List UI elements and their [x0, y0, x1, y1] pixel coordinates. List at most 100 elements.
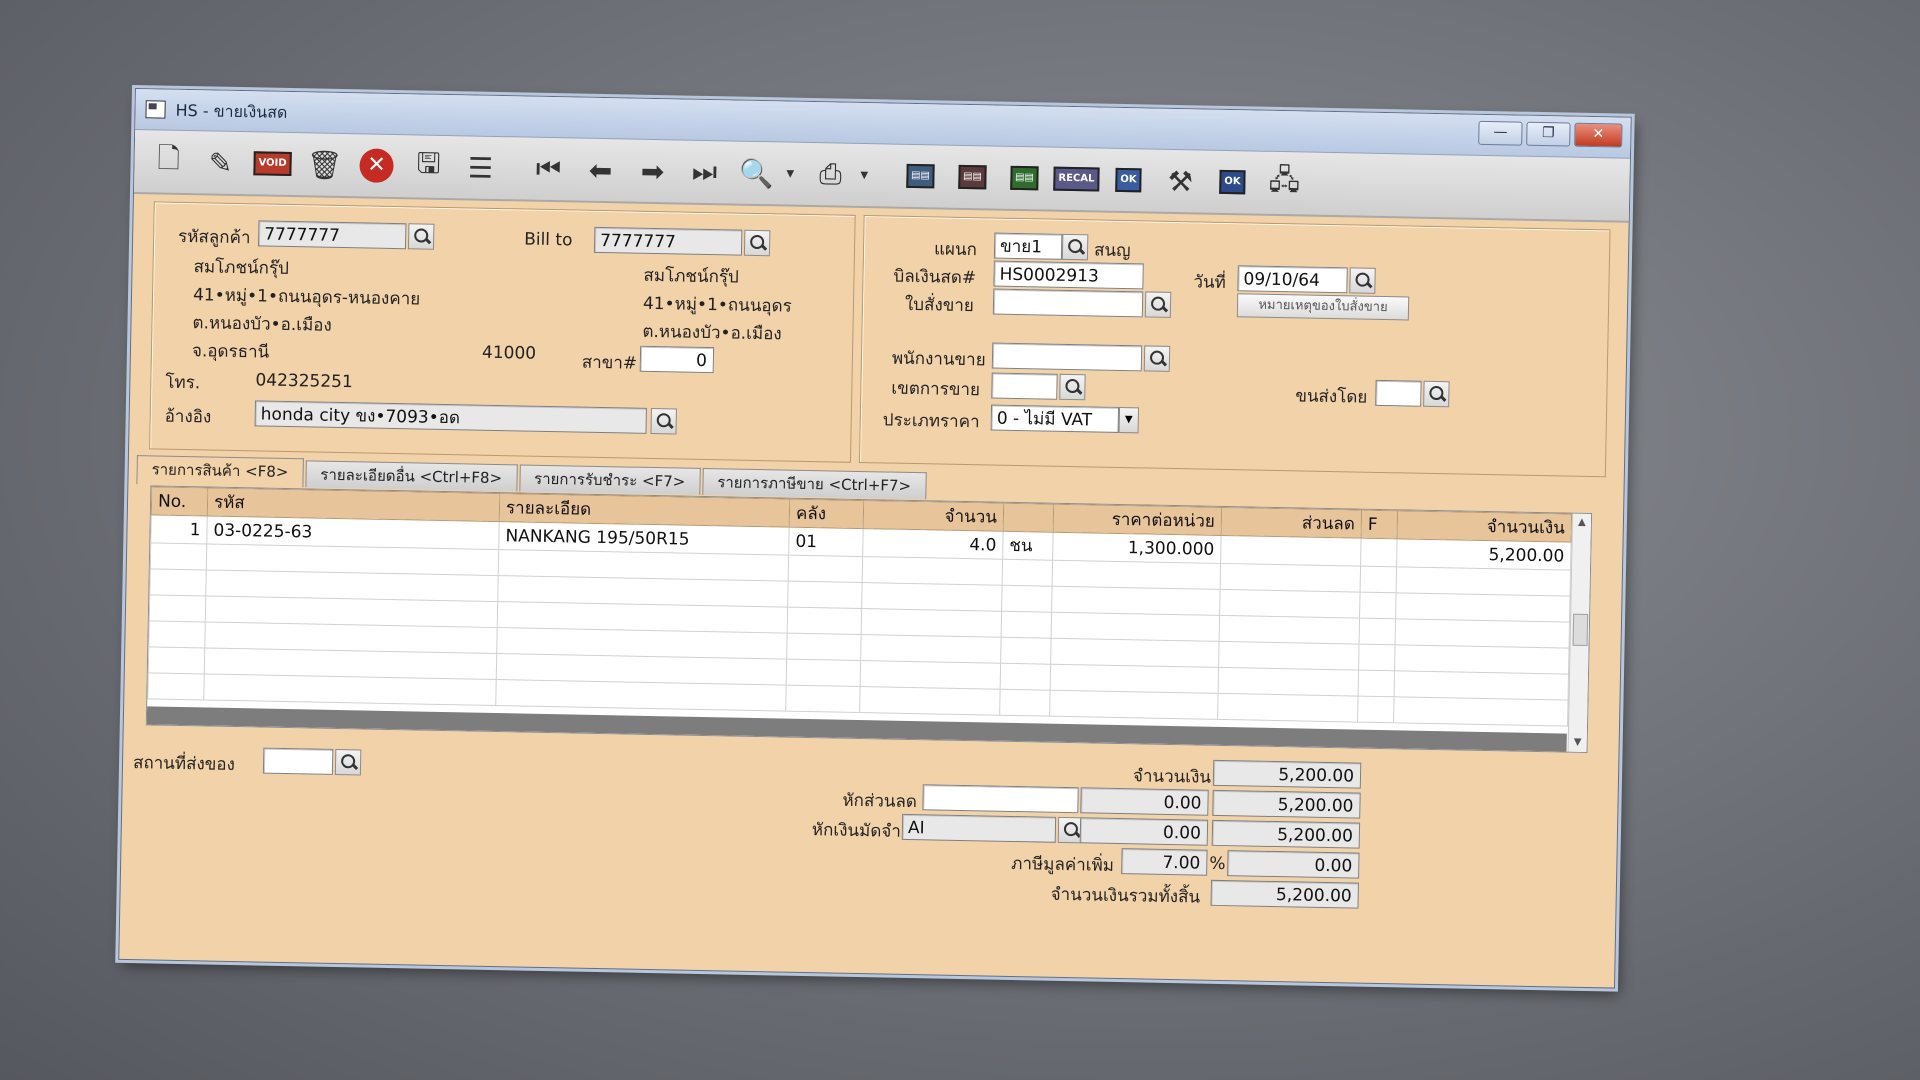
- phone-label: โทร.: [165, 372, 201, 394]
- tab-payments[interactable]: รายการรับชำระ <F7>: [518, 464, 701, 495]
- vat-percent-sign: %: [1209, 853, 1226, 875]
- delivery-location-field[interactable]: [262, 747, 334, 775]
- deposit-code-field[interactable]: AI: [901, 813, 1057, 843]
- discount-total-field: 5,200.00: [1212, 789, 1361, 819]
- salesperson-field[interactable]: [991, 342, 1143, 372]
- grand-total-label: จำนวนเงินรวมทั้งสิ้น: [1050, 884, 1201, 908]
- col-warehouse[interactable]: คลัง: [789, 499, 864, 529]
- delivery-location-search-icon[interactable]: [334, 748, 362, 776]
- col-quantity[interactable]: จำนวน: [863, 500, 1004, 532]
- search-doc-icon[interactable]: 🔍: [734, 151, 779, 196]
- row-flag[interactable]: [1360, 538, 1398, 567]
- cancel-icon[interactable]: ✕: [354, 143, 399, 188]
- next-icon[interactable]: ➡: [630, 149, 675, 194]
- billto-address-2: ต.หนองบัว•อ.เมือง: [642, 321, 782, 345]
- billto-field[interactable]: 7777777: [593, 226, 743, 256]
- vat-label: ภาษีมูลค่าเพิ่ม: [1011, 853, 1115, 876]
- date-label: วันที่: [1193, 272, 1227, 293]
- sales-area-search-icon[interactable]: [1059, 373, 1086, 401]
- vat-amount-field: 0.00: [1227, 850, 1360, 879]
- row-discount[interactable]: [1220, 535, 1362, 567]
- scroll-down-icon[interactable]: ▼: [1569, 734, 1587, 752]
- sales-order-search-icon[interactable]: [1144, 291, 1172, 318]
- scroll-thumb[interactable]: [1572, 613, 1589, 646]
- sales-area-field[interactable]: [991, 372, 1058, 400]
- void-icon[interactable]: VOID: [250, 141, 295, 186]
- maximize-button[interactable]: ❐: [1526, 121, 1571, 147]
- bill-number-field[interactable]: HS0002913: [993, 260, 1144, 290]
- customer-search-icon[interactable]: [407, 223, 435, 250]
- save-icon[interactable]: 🖫: [406, 144, 451, 189]
- close-button[interactable]: ✕: [1574, 122, 1623, 148]
- ok-doc-icon[interactable]: OK: [1210, 160, 1255, 205]
- reference-search-icon[interactable]: [650, 407, 677, 435]
- tab-sales-tax[interactable]: รายการภาษีขาย <Ctrl+F7>: [702, 467, 927, 500]
- reference-field[interactable]: honda city ขง•7093•อด: [254, 400, 647, 434]
- search-dropdown-icon[interactable]: ▼: [786, 168, 800, 179]
- edit-icon[interactable]: ✎: [198, 140, 243, 185]
- approve-icon[interactable]: OK: [1106, 158, 1151, 203]
- vat-rate-field[interactable]: 7.00: [1121, 848, 1208, 876]
- delivery-location-label: สถานที่ส่งของ: [132, 753, 236, 776]
- col-unit-price[interactable]: ราคาต่อหน่วย: [1053, 504, 1222, 536]
- price-type-label: ประเภทราคา: [882, 410, 980, 433]
- customer-name: สมโภชน์กรุ๊ป: [193, 257, 290, 279]
- department-search-icon[interactable]: [1061, 233, 1089, 261]
- col-discount[interactable]: ส่วนลด: [1221, 507, 1362, 539]
- shipping-label: ขนส่งโดย: [1295, 386, 1368, 408]
- department-field[interactable]: ขาย1: [993, 232, 1063, 260]
- row-warehouse[interactable]: 01: [788, 527, 864, 557]
- col-no[interactable]: No.: [151, 486, 208, 516]
- customer-address-3: จ.อุดรธานี: [191, 341, 270, 363]
- row-quantity[interactable]: 4.0: [862, 528, 1004, 560]
- prev-icon[interactable]: ⬅: [578, 148, 623, 193]
- amount-field: 5,200.00: [1212, 759, 1362, 789]
- col-unit[interactable]: [1003, 503, 1054, 533]
- print-dropdown-icon[interactable]: ▼: [860, 169, 874, 180]
- customer-code-label: รหัสลูกค้า: [177, 226, 251, 249]
- branch-field[interactable]: 0: [639, 345, 715, 374]
- discount-text-field[interactable]: [922, 784, 1079, 814]
- tool-c-icon[interactable]: ▤▤: [1002, 156, 1047, 201]
- col-amount[interactable]: จำนวนเงิน: [1397, 510, 1572, 543]
- customer-zip: 41000: [481, 342, 537, 364]
- network-icon[interactable]: 🖧: [1262, 161, 1307, 206]
- sales-area-label: เขตการขาย: [891, 378, 981, 401]
- tool-a-icon[interactable]: ▤▤: [898, 154, 943, 199]
- tools-icon[interactable]: ⚒: [1158, 159, 1203, 204]
- row-no[interactable]: 1: [150, 514, 208, 544]
- shipping-search-icon[interactable]: [1423, 380, 1450, 408]
- customer-address-2: ต.หนองบัว•อ.เมือง: [192, 313, 332, 336]
- tab-items[interactable]: รายการสินค้า <F8>: [136, 455, 304, 488]
- sales-order-label: ใบสั่งขาย: [904, 294, 975, 317]
- row-unit[interactable]: ชน: [1002, 531, 1054, 561]
- salesperson-search-icon[interactable]: [1143, 345, 1171, 372]
- row-unit-price[interactable]: 1,300.000: [1052, 532, 1222, 564]
- customer-code-field[interactable]: 7777777: [257, 220, 407, 250]
- tool-b-icon[interactable]: ▤▤: [950, 155, 995, 200]
- tab-other-details[interactable]: รายละเอียดอื่น <Ctrl+F8>: [305, 460, 518, 492]
- shipping-field[interactable]: [1375, 379, 1422, 407]
- order-note-button[interactable]: หมายเหตุของใบสั่งขาย: [1236, 293, 1410, 321]
- stack-icon[interactable]: ☰: [458, 145, 503, 190]
- discount-label: หักส่วนลด: [842, 790, 918, 813]
- minimize-button[interactable]: —: [1478, 120, 1523, 146]
- sales-order-field[interactable]: [992, 288, 1144, 318]
- billto-search-icon[interactable]: [743, 229, 771, 257]
- price-type-select[interactable]: 0 - ไม่มี VAT: [990, 404, 1120, 433]
- chevron-down-icon[interactable]: ▼: [1118, 406, 1140, 434]
- first-icon[interactable]: ⏮: [526, 147, 571, 192]
- print-icon[interactable]: ⎙: [808, 152, 853, 197]
- branch-label: สาขา#: [581, 352, 638, 374]
- delete-icon[interactable]: 🗑: [302, 142, 347, 187]
- bill-number-label: บิลเงินสด#: [893, 266, 977, 289]
- recal-icon[interactable]: RECAL: [1053, 157, 1100, 202]
- col-flag[interactable]: F: [1361, 510, 1398, 539]
- row-amount[interactable]: 5,200.00: [1396, 538, 1572, 571]
- date-field[interactable]: 09/10/64: [1237, 265, 1348, 294]
- new-icon[interactable]: 🗋: [146, 139, 191, 184]
- last-icon[interactable]: ⏭: [682, 150, 727, 195]
- date-picker-icon[interactable]: [1349, 267, 1376, 294]
- grid-scrollbar[interactable]: ▲ ▼: [1567, 513, 1592, 752]
- scroll-up-icon[interactable]: ▲: [1573, 514, 1591, 532]
